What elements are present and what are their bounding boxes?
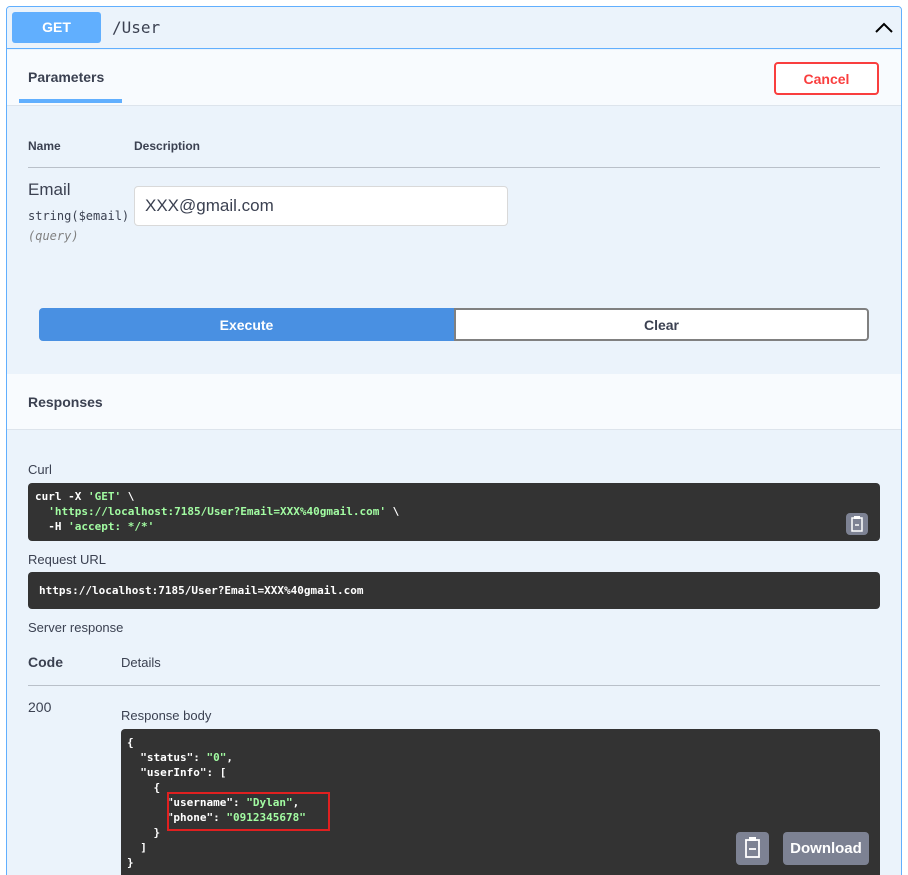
responses-header: Responses — [7, 374, 901, 430]
chevron-up-icon[interactable] — [873, 17, 895, 39]
curl-code-block: curl -X 'GET' \ 'https://localhost:7185/… — [28, 483, 880, 541]
tab-parameters[interactable]: Parameters — [28, 69, 104, 85]
server-response-label: Server response — [28, 620, 124, 635]
status-code: 200 — [28, 699, 52, 715]
download-button[interactable]: Download — [783, 832, 869, 865]
param-header-name: Name — [28, 139, 61, 153]
param-email-location: (query) — [28, 229, 79, 243]
response-divider — [28, 685, 880, 686]
response-details-header: Details — [121, 655, 161, 670]
curl-label: Curl — [28, 462, 52, 477]
parameters-tab-header: Parameters Cancel — [7, 50, 901, 106]
param-email-type: string($email) — [28, 209, 130, 223]
execute-button[interactable]: Execute — [39, 308, 454, 341]
param-email-name: Email — [28, 180, 71, 199]
param-header-description: Description — [134, 139, 201, 153]
request-url-label: Request URL — [28, 552, 107, 567]
highlight-box — [167, 792, 330, 831]
responses-title: Responses — [28, 394, 103, 410]
response-body-block: { "status": "0", "userInfo": [ { "userna… — [121, 729, 880, 875]
param-divider — [28, 167, 880, 168]
endpoint-path: /User — [112, 18, 161, 37]
operation-block-get-user: GET /User Parameters Cancel Name Descrip… — [6, 6, 902, 875]
response-code-header: Code — [28, 654, 63, 670]
request-url: https://localhost:7185/User?Email=XXX%40… — [39, 584, 364, 597]
clipboard-copy-icon[interactable] — [846, 513, 868, 535]
clear-button[interactable]: Clear — [454, 308, 869, 341]
http-method-badge: GET — [12, 12, 101, 43]
cancel-button[interactable]: Cancel — [774, 62, 879, 95]
request-url-block: https://localhost:7185/User?Email=XXX%40… — [28, 572, 880, 609]
tab-active-indicator — [19, 99, 122, 103]
curl-code: curl -X 'GET' \ 'https://localhost:7185/… — [35, 490, 400, 533]
response-body-label: Response body — [121, 708, 212, 723]
clipboard-copy-icon[interactable] — [736, 832, 769, 865]
operation-summary[interactable]: GET /User — [7, 7, 901, 49]
email-field[interactable] — [134, 186, 508, 226]
